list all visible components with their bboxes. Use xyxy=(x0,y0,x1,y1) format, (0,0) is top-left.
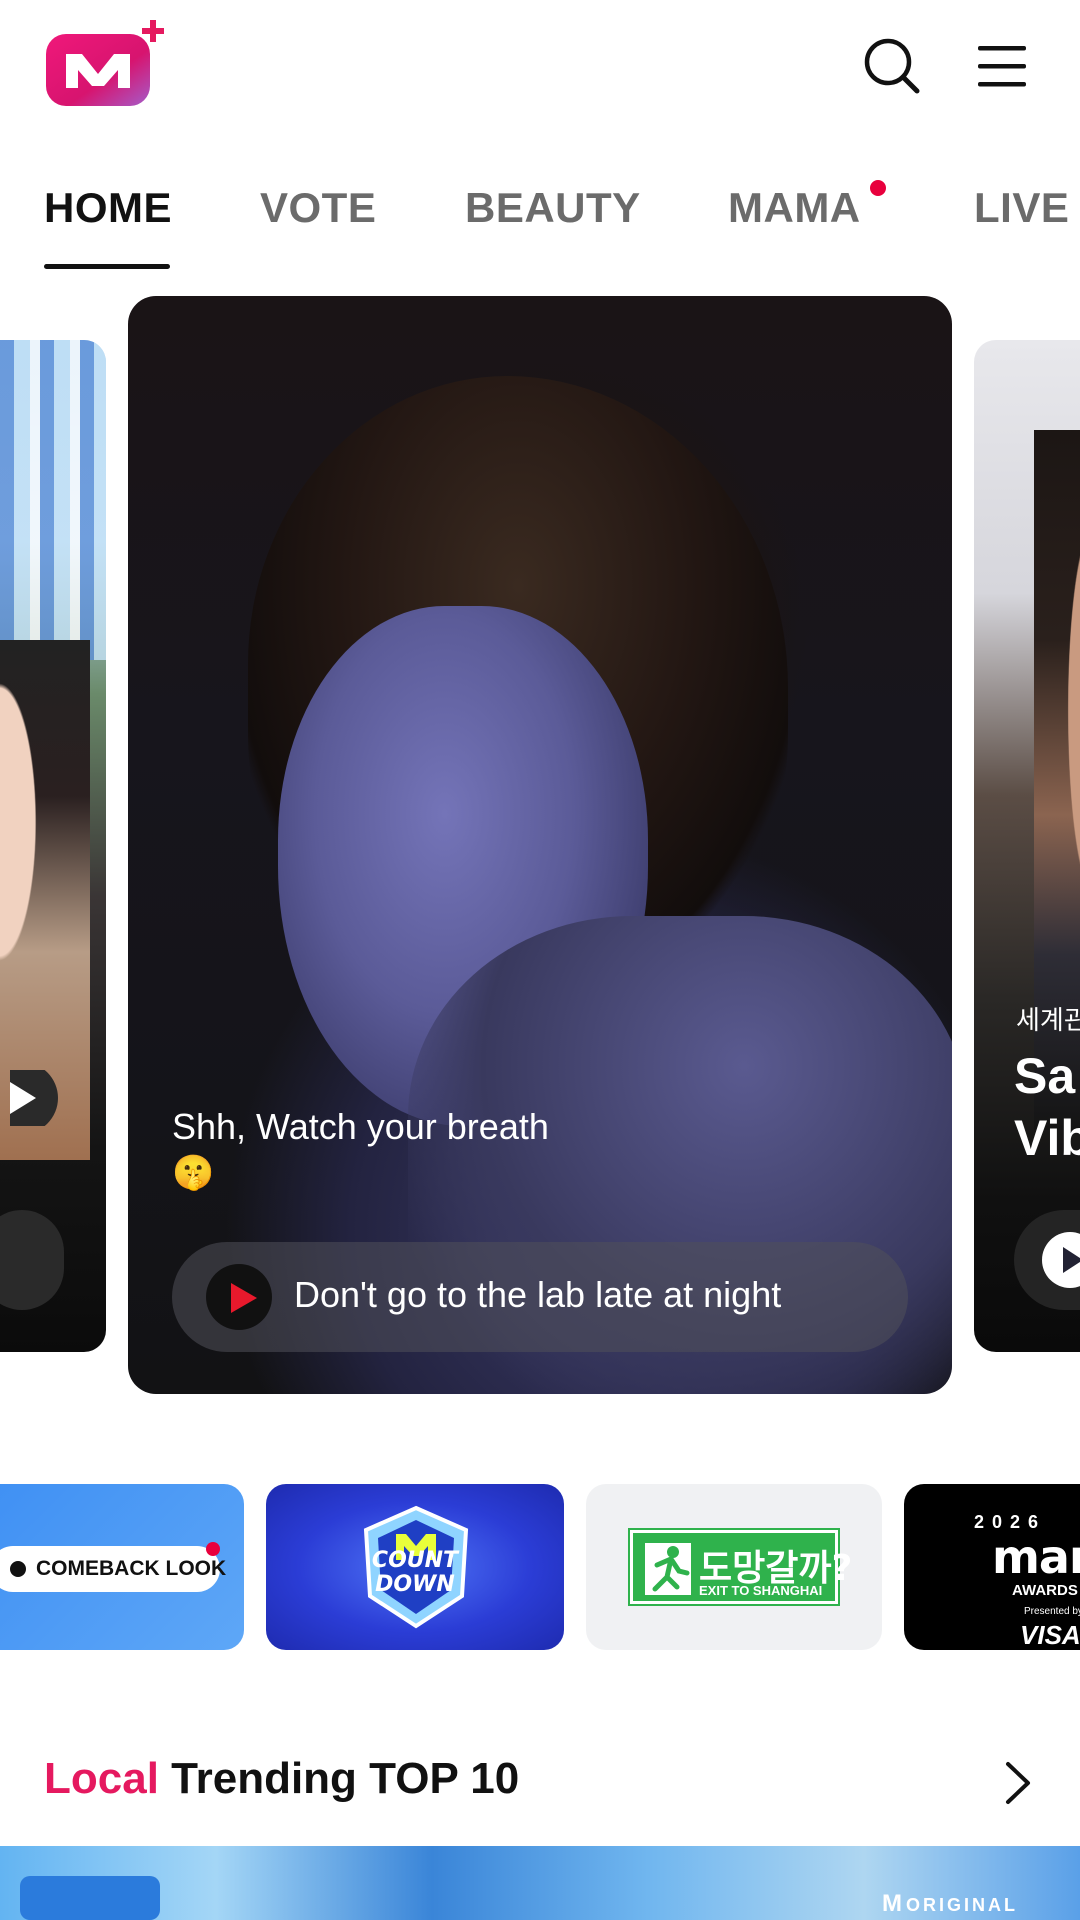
running-man-icon xyxy=(645,1543,691,1595)
tab-vote[interactable]: VOTE xyxy=(260,184,376,232)
card-thumbnail-background xyxy=(0,340,106,660)
tile-comeback-look[interactable]: COMEBACK LOOK xyxy=(0,1484,244,1650)
card-title-line: Vib xyxy=(1014,1110,1080,1166)
visa-logo: VISA xyxy=(1020,1620,1080,1650)
mnet-plus-logo[interactable] xyxy=(42,18,168,110)
play-icon[interactable] xyxy=(0,1062,66,1134)
original-badge: M ORIGINAL xyxy=(882,1890,1018,1918)
show-logo-badge xyxy=(20,1876,160,1920)
app-header xyxy=(0,0,1080,140)
tab-mama[interactable]: MAMA xyxy=(728,184,861,232)
chevron-right-icon xyxy=(1006,1762,1030,1804)
card-title-line: Sa xyxy=(1014,1048,1076,1104)
carousel-card-featured[interactable]: Shh, Watch your breath 🤫 Don't go to the… xyxy=(128,296,952,1394)
trending-section-header: Local Trending TOP 10 xyxy=(0,1740,1080,1820)
tile-mama-awards[interactable]: 2026 mama AWARDS Presented by VISA xyxy=(904,1484,1080,1650)
trending-thumbnail[interactable]: M ORIGINAL xyxy=(0,1846,1080,1920)
play-button[interactable] xyxy=(1014,1210,1080,1310)
section-title-text: Trending TOP 10 xyxy=(158,1754,520,1803)
play-icon xyxy=(1042,1232,1080,1288)
tab-beauty[interactable]: BEAUTY xyxy=(465,184,641,232)
exit-english-title: EXIT TO SHANGHAI xyxy=(699,1583,823,1598)
mama-presented-by: Presented by xyxy=(1024,1606,1080,1617)
countdown-text: COUNT xyxy=(371,1548,459,1573)
active-tab-indicator xyxy=(44,264,170,269)
play-episode-button[interactable]: Don't go to the lab late at night xyxy=(172,1242,908,1352)
see-all-button[interactable] xyxy=(1000,1760,1036,1806)
tab-live[interactable]: LIVE xyxy=(974,184,1069,232)
section-title-accent: Local xyxy=(44,1754,159,1803)
mama-awards-label: AWARDS xyxy=(1012,1582,1078,1599)
card-caption-text: Shh, Watch your breath xyxy=(172,1106,549,1147)
play-icon xyxy=(206,1264,272,1330)
hamburger-menu-icon xyxy=(978,46,1026,87)
tile-m-countdown[interactable]: COUNT DOWN xyxy=(266,1484,564,1650)
card-subtitle: 세계관 xyxy=(1016,1005,1080,1035)
new-indicator-dot xyxy=(206,1542,220,1556)
countdown-text: DOWN xyxy=(375,1572,455,1597)
card-title: Sa Vib xyxy=(1014,1045,1080,1169)
search-icon xyxy=(864,38,920,94)
mnet-m-logo: M xyxy=(882,1890,902,1917)
tab-home[interactable]: HOME xyxy=(44,184,172,232)
section-title: Local Trending TOP 10 xyxy=(44,1754,519,1804)
new-indicator-dot xyxy=(870,180,886,196)
category-tabs: HOME VOTE BEAUTY MAMA LIVE xyxy=(0,170,1080,270)
carousel-card-next[interactable]: 세계관 Sa Vib xyxy=(974,340,1080,1352)
shushing-emoji-icon: 🤫 xyxy=(172,1154,215,1192)
shortcut-tiles: COMEBACK LOOK COUNT DOWN 도망갈까? EXIT TO S… xyxy=(0,1484,1080,1650)
tile-exit-to-shanghai[interactable]: 도망갈까? EXIT TO SHANGHAI xyxy=(586,1484,882,1650)
carousel-card-prev[interactable] xyxy=(0,340,106,1352)
comeback-look-label: COMEBACK LOOK xyxy=(0,1546,226,1592)
mama-logo: mama xyxy=(992,1530,1080,1584)
menu-button[interactable] xyxy=(972,38,1032,94)
exit-sign-logo: 도망갈까? EXIT TO SHANGHAI xyxy=(628,1528,852,1606)
search-button[interactable] xyxy=(862,36,922,96)
original-label: ORIGINAL xyxy=(906,1895,1018,1915)
play-episode-label: Don't go to the lab late at night xyxy=(294,1274,782,1315)
card-caption: Shh, Watch your breath 🤫 xyxy=(172,1104,549,1196)
